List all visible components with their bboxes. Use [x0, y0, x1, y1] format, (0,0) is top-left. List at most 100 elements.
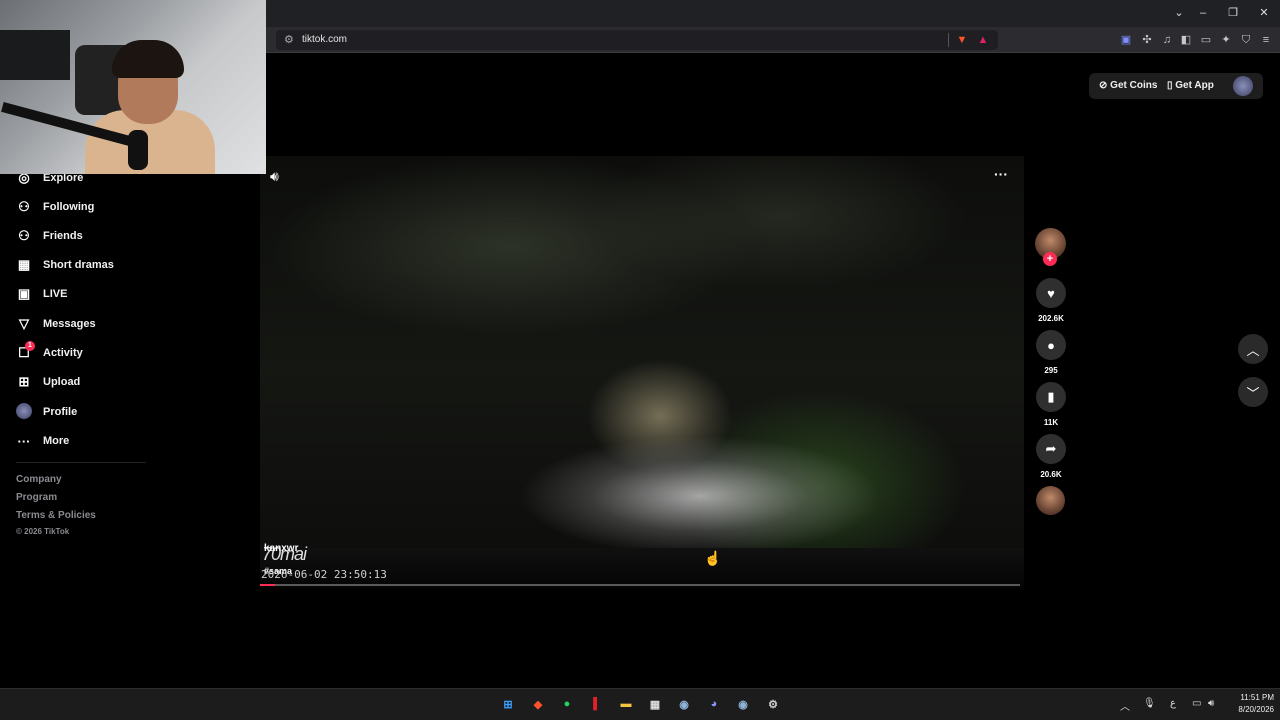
store-icon[interactable]: ▦	[645, 694, 665, 714]
url-divider	[948, 33, 949, 47]
footer-link-program[interactable]: Program	[16, 492, 57, 503]
sidebar-item-messages[interactable]: ▽ Messages	[16, 313, 96, 335]
sidebar-item-upload[interactable]: ⊞ Upload	[16, 371, 81, 393]
site-info-icon[interactable]: ⚙	[284, 33, 294, 46]
video-progress-fill	[260, 584, 276, 586]
sidebar-item-label: Upload	[43, 376, 81, 388]
address-bar[interactable]: ⚙ tiktok.com	[276, 30, 998, 50]
webcam-overlay	[0, 0, 266, 174]
save-count: 11K	[1043, 418, 1059, 427]
sidebar-item-following[interactable]: ⚇ Following	[16, 196, 94, 218]
leo-icon[interactable]: ✦	[1219, 33, 1233, 47]
profile-avatar	[16, 402, 32, 422]
share-count: 20.6K	[1040, 470, 1062, 479]
get-app-button[interactable]: ▯ Get App	[1167, 80, 1214, 91]
microphone-icon[interactable]: 🎙︎	[1143, 698, 1156, 709]
hand-cursor-icon: ☝	[704, 550, 722, 566]
wallet-icon[interactable]: ▭	[1199, 33, 1213, 47]
user-avatar[interactable]	[1233, 76, 1253, 96]
friends-icon: ⚇	[18, 228, 30, 243]
live-icon: ▣	[17, 286, 31, 301]
file-explorer-icon[interactable]: ▬	[616, 694, 636, 714]
windows-taskbar	[0, 688, 1280, 720]
get-coins-button[interactable]: ⊘ Get Coins	[1099, 80, 1157, 91]
sidebar-item-label: Activity	[43, 347, 83, 359]
video-progress-bar[interactable]	[260, 584, 1020, 586]
app-settings-icon[interactable]: ⚙	[763, 694, 783, 714]
vpn-icon[interactable]: ⛉	[1239, 33, 1253, 47]
copyright-text: © 2026 TikTok	[16, 527, 70, 536]
spotify-icon[interactable]: ●	[557, 694, 577, 714]
sidebar-item-label: Short dramas	[43, 259, 114, 271]
more-options-icon[interactable]: ···	[994, 166, 1008, 182]
input-method-indicator[interactable]: ع	[1170, 698, 1176, 709]
footer-link-terms[interactable]: Terms & Policies	[16, 510, 96, 521]
footer-link-company[interactable]: Company	[16, 474, 62, 485]
url-text: tiktok.com	[302, 34, 348, 45]
messages-icon: ▽	[19, 316, 29, 331]
dashcam-timestamp: 2026-06-02 23:50:13	[261, 568, 387, 581]
sidebar-item-live[interactable]: ▣ LIVE	[16, 283, 68, 305]
comment-count: 295	[1044, 366, 1058, 375]
close-window-button[interactable]: ✕	[1255, 5, 1273, 21]
more-icon: ···	[17, 433, 31, 449]
sidebar-divider	[16, 462, 146, 463]
sidebar-item-short-dramas[interactable]: ▦ Short dramas	[16, 254, 114, 276]
comment-button[interactable]: ●	[1036, 330, 1066, 360]
share-arrow-icon: ➦	[1045, 441, 1057, 456]
sidebar-item-friends[interactable]: ⚇ Friends	[16, 225, 83, 247]
app-red-icon[interactable]: ▌	[587, 694, 607, 714]
sidebar-icon[interactable]: ◧	[1179, 33, 1193, 47]
steam-icon[interactable]: ◉	[674, 694, 694, 714]
activity-badge: 1	[25, 341, 35, 351]
previous-video-button[interactable]: ︿	[1238, 334, 1268, 364]
clock-time[interactable]: 11:51 PM	[1224, 693, 1274, 702]
follow-plus-icon[interactable]: +	[1043, 252, 1057, 266]
media-icon[interactable]: ♫	[1160, 33, 1174, 47]
sidebar-item-activity[interactable]: ☐ 1 Activity	[16, 341, 83, 364]
network-icon[interactable]: ▭	[1192, 698, 1201, 709]
clock-date[interactable]: 8/20/2026	[1224, 705, 1274, 714]
tray-overflow-chevron-icon[interactable]: ︿	[1120, 698, 1130, 713]
restore-button[interactable]: ❐	[1224, 5, 1242, 21]
sidebar-item-label: Following	[43, 201, 95, 213]
get-coins-label: Get Coins	[1110, 80, 1158, 91]
chevron-down-icon: ﹀	[1246, 385, 1260, 401]
chevron-up-icon: ︿	[1246, 342, 1260, 358]
sidebar-item-more[interactable]: ··· More	[16, 430, 70, 452]
like-count: 202.6K	[1038, 314, 1064, 323]
sidebar-item-profile[interactable]: Profile	[16, 401, 77, 423]
save-button[interactable]: ▮	[1036, 382, 1066, 412]
share-button[interactable]: ➦	[1036, 434, 1066, 464]
comment-icon: ●	[1047, 337, 1055, 353]
brave-rewards-icon[interactable]: ▲	[976, 33, 990, 47]
steam-2-icon[interactable]: ◉	[733, 694, 753, 714]
sidebar-item-label: Messages	[43, 318, 96, 330]
volume-icon[interactable]: 🔊︎	[270, 168, 279, 185]
sidebar-item-label: Friends	[43, 230, 83, 242]
minimize-button[interactable]: –	[1194, 5, 1212, 21]
bookmark-icon: ▮	[1047, 389, 1055, 404]
brave-browser-icon[interactable]: ◆	[528, 694, 548, 714]
extensions-icon[interactable]: ✣	[1140, 33, 1154, 47]
coin-icon: ⊘	[1099, 80, 1111, 91]
speaker-icon[interactable]: 🔊︎	[1208, 698, 1214, 709]
brave-shield-icon[interactable]: ▼	[955, 33, 969, 47]
music-disc-avatar[interactable]	[1036, 486, 1065, 515]
picture-in-picture-icon[interactable]: ▣	[1119, 33, 1133, 47]
like-button[interactable]: ♥	[1036, 278, 1066, 308]
menu-icon[interactable]: ≡	[1259, 33, 1273, 47]
next-video-button[interactable]: ﹀	[1238, 377, 1268, 407]
sidebar-item-label: LIVE	[43, 288, 68, 300]
film-icon: ▦	[17, 257, 31, 272]
discord-icon[interactable]: ◕	[704, 694, 724, 714]
sidebar-item-label: More	[43, 435, 70, 447]
windows-start-icon[interactable]: ⊞	[498, 694, 518, 714]
upload-icon: ⊞	[18, 374, 30, 389]
video-player[interactable]	[260, 156, 1024, 588]
following-icon: ⚇	[18, 199, 30, 214]
video-author[interactable]: kanxwr	[264, 543, 298, 554]
get-app-label: Get App	[1175, 80, 1214, 91]
heart-icon: ♥	[1047, 285, 1055, 301]
tab-search-chevron-icon[interactable]: ⌄	[1170, 5, 1188, 21]
